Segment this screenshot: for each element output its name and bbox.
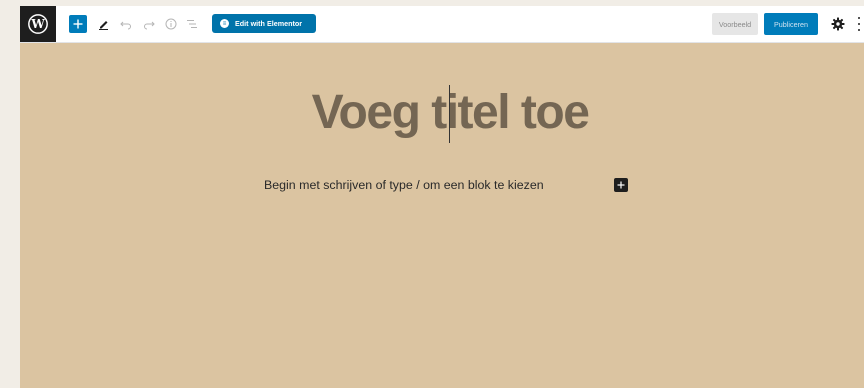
plus-icon — [617, 181, 625, 189]
svg-text:W: W — [30, 17, 45, 31]
gear-icon — [831, 17, 845, 31]
preview-button[interactable]: Voorbeeld — [712, 13, 758, 35]
tools-button[interactable] — [96, 16, 112, 32]
paragraph-placeholder[interactable]: Begin met schrijven of type / om een blo… — [264, 178, 544, 192]
redo-button[interactable] — [141, 16, 157, 32]
list-view-icon — [187, 20, 197, 28]
details-button[interactable] — [163, 16, 179, 32]
pencil-icon — [99, 21, 108, 30]
post-title-placeholder[interactable]: Voeg titel toe — [20, 85, 864, 140]
window-left-strip — [0, 6, 20, 388]
settings-button[interactable] — [830, 16, 846, 32]
redo-icon — [144, 21, 155, 30]
elementor-e-icon: ≡ — [220, 19, 229, 28]
list-view-button[interactable] — [184, 16, 200, 32]
editor-canvas[interactable]: Voeg titel toe Begin met schrijven of ty… — [20, 43, 864, 388]
inline-add-block-button[interactable] — [614, 178, 628, 192]
elementor-button-label: Edit with Elementor — [235, 19, 303, 28]
plus-icon — [73, 19, 83, 29]
info-icon — [165, 18, 177, 30]
kebab-menu-icon[interactable] — [856, 17, 862, 31]
add-block-button[interactable] — [69, 15, 87, 33]
text-caret — [449, 85, 450, 143]
publish-button[interactable]: Publiceren — [764, 13, 818, 35]
edit-with-elementor-button[interactable]: ≡ Edit with Elementor — [212, 14, 316, 33]
wordpress-logo-icon[interactable]: W — [20, 6, 56, 42]
undo-button[interactable] — [118, 16, 134, 32]
editor-toolbar: W ≡ Edit with Elementor Voorbeeld Public… — [20, 6, 864, 43]
undo-icon — [120, 21, 131, 30]
